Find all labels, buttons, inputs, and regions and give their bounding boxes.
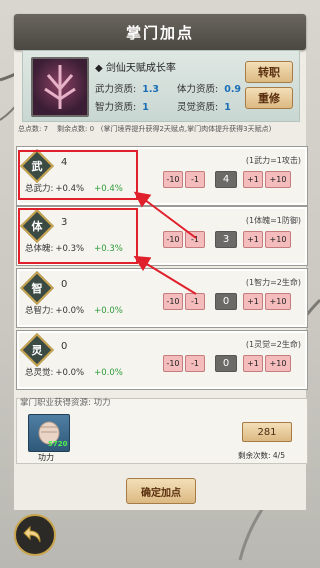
remaining-count: 剩余次数: 4/5 — [238, 451, 285, 460]
item-name: 功力 — [38, 453, 54, 462]
resource-label: 掌门职业获得资源: 功力 — [20, 398, 111, 408]
back-button[interactable] — [14, 514, 56, 556]
item-count: 5720 — [48, 440, 68, 448]
confirm-button[interactable]: 确定加点 — [126, 478, 196, 504]
back-arrow-icon — [23, 525, 41, 543]
resource-amount: 281 — [242, 422, 292, 442]
